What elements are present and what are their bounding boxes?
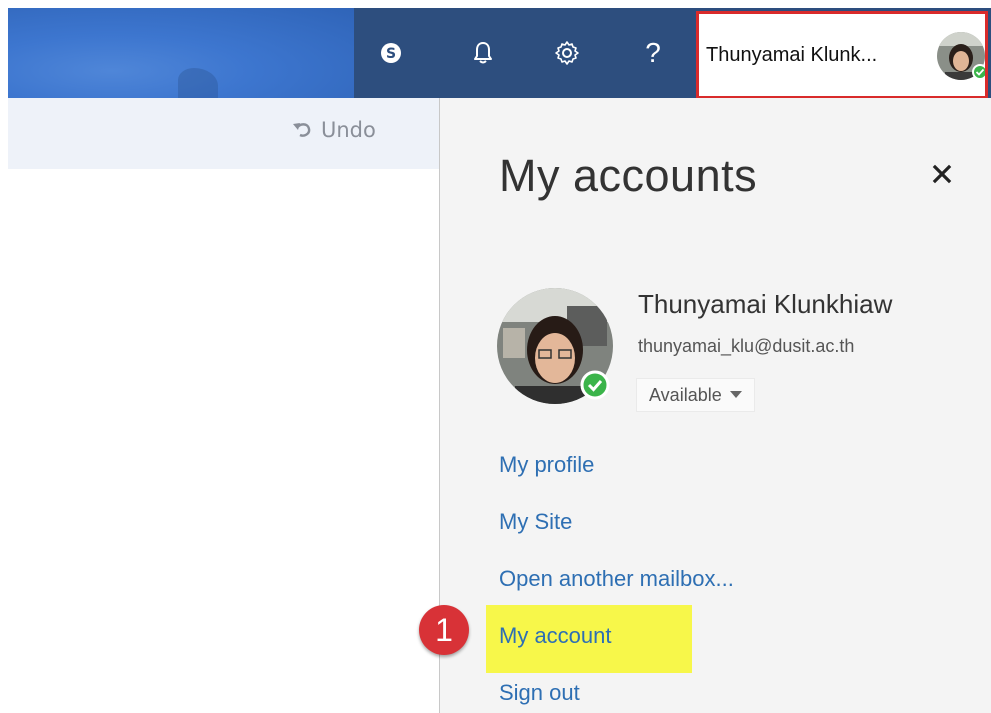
caret-down-icon — [729, 391, 742, 398]
skype-icon[interactable]: S — [356, 8, 426, 98]
bell-icon[interactable] — [448, 8, 518, 98]
profile-name: Thunyamai Klunkhiaw — [638, 289, 893, 319]
svg-text:S: S — [386, 46, 396, 62]
user-account-button[interactable]: Thunyamai Klunk... — [696, 11, 988, 99]
top-bar: S ? Thunyamai Klunk... — [8, 8, 991, 99]
close-icon[interactable] — [930, 162, 954, 186]
undo-icon — [293, 123, 311, 137]
panel-title: My accounts — [499, 150, 758, 201]
my-profile-link[interactable]: My profile — [499, 452, 594, 478]
command-bar: Undo — [8, 98, 439, 169]
undo-button[interactable]: Undo — [291, 118, 376, 142]
profile-avatar — [497, 288, 613, 404]
user-name: Thunyamai Klunk... — [706, 44, 878, 66]
header-banner-image — [8, 8, 354, 98]
step-number-badge: 1 — [419, 605, 469, 655]
avatar — [937, 32, 985, 80]
my-site-link[interactable]: My Site — [499, 509, 572, 535]
accounts-panel: My accounts Thunyamai Klunkhiaw thunyama… — [439, 98, 991, 713]
presence-status-dropdown[interactable]: Available — [636, 378, 755, 412]
undo-label: Undo — [321, 118, 376, 142]
profile-email: thunyamai_klu@dusit.ac.th — [638, 336, 855, 356]
open-another-mailbox-link[interactable]: Open another mailbox... — [499, 566, 734, 592]
my-account-link[interactable]: My account — [499, 623, 612, 649]
help-icon[interactable]: ? — [618, 8, 688, 98]
presence-status-label: Available — [649, 384, 722, 405]
sign-out-link[interactable]: Sign out — [499, 680, 580, 706]
gear-icon[interactable] — [532, 8, 602, 98]
